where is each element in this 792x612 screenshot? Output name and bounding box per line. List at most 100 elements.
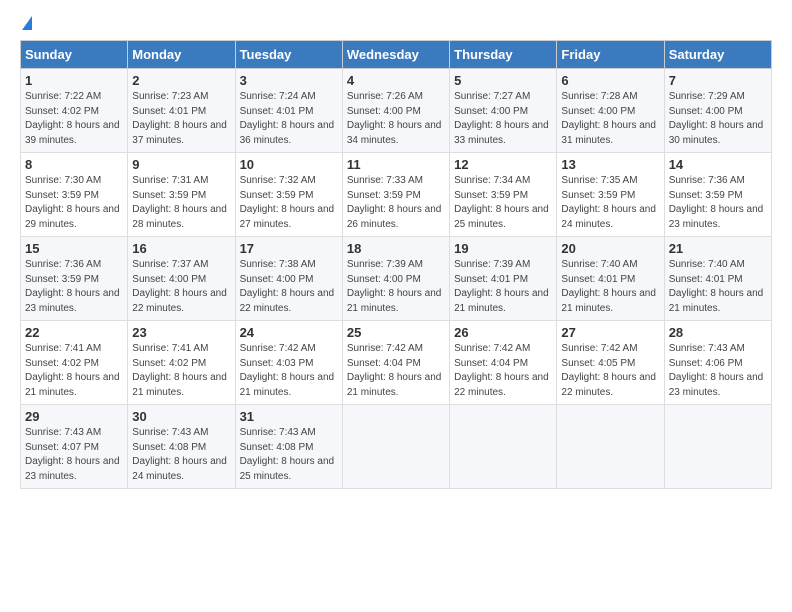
day-of-week-header: Tuesday: [235, 41, 342, 69]
day-info: Sunrise: 7:36 AMSunset: 3:59 PMDaylight:…: [669, 175, 764, 230]
calendar-day-cell: [557, 405, 664, 489]
day-info: Sunrise: 7:33 AMSunset: 3:59 PMDaylight:…: [347, 175, 442, 230]
calendar-day-cell: 15 Sunrise: 7:36 AMSunset: 3:59 PMDaylig…: [21, 237, 128, 321]
day-info: Sunrise: 7:28 AMSunset: 4:00 PMDaylight:…: [561, 91, 656, 146]
calendar-day-cell: 10 Sunrise: 7:32 AMSunset: 3:59 PMDaylig…: [235, 153, 342, 237]
day-number: 18: [347, 241, 445, 256]
day-number: 24: [240, 325, 338, 340]
day-info: Sunrise: 7:26 AMSunset: 4:00 PMDaylight:…: [347, 91, 442, 146]
day-number: 1: [25, 73, 123, 88]
calendar-day-cell: 21 Sunrise: 7:40 AMSunset: 4:01 PMDaylig…: [664, 237, 771, 321]
day-info: Sunrise: 7:42 AMSunset: 4:04 PMDaylight:…: [347, 343, 442, 398]
day-info: Sunrise: 7:39 AMSunset: 4:00 PMDaylight:…: [347, 259, 442, 314]
calendar-day-cell: 14 Sunrise: 7:36 AMSunset: 3:59 PMDaylig…: [664, 153, 771, 237]
calendar-day-cell: 19 Sunrise: 7:39 AMSunset: 4:01 PMDaylig…: [450, 237, 557, 321]
calendar-day-cell: [450, 405, 557, 489]
day-of-week-header: Sunday: [21, 41, 128, 69]
calendar-week-row: 8 Sunrise: 7:30 AMSunset: 3:59 PMDayligh…: [21, 153, 772, 237]
day-number: 5: [454, 73, 552, 88]
logo-triangle-icon: [22, 16, 32, 30]
day-info: Sunrise: 7:23 AMSunset: 4:01 PMDaylight:…: [132, 91, 227, 146]
day-of-week-header: Wednesday: [342, 41, 449, 69]
day-info: Sunrise: 7:42 AMSunset: 4:03 PMDaylight:…: [240, 343, 335, 398]
day-number: 15: [25, 241, 123, 256]
calendar-day-cell: 9 Sunrise: 7:31 AMSunset: 3:59 PMDayligh…: [128, 153, 235, 237]
day-of-week-header: Saturday: [664, 41, 771, 69]
day-number: 4: [347, 73, 445, 88]
day-info: Sunrise: 7:36 AMSunset: 3:59 PMDaylight:…: [25, 259, 120, 314]
day-number: 26: [454, 325, 552, 340]
day-info: Sunrise: 7:31 AMSunset: 3:59 PMDaylight:…: [132, 175, 227, 230]
calendar-table: SundayMondayTuesdayWednesdayThursdayFrid…: [20, 40, 772, 489]
calendar-day-cell: 7 Sunrise: 7:29 AMSunset: 4:00 PMDayligh…: [664, 69, 771, 153]
day-info: Sunrise: 7:27 AMSunset: 4:00 PMDaylight:…: [454, 91, 549, 146]
day-info: Sunrise: 7:41 AMSunset: 4:02 PMDaylight:…: [132, 343, 227, 398]
calendar-day-cell: 25 Sunrise: 7:42 AMSunset: 4:04 PMDaylig…: [342, 321, 449, 405]
calendar-day-cell: 22 Sunrise: 7:41 AMSunset: 4:02 PMDaylig…: [21, 321, 128, 405]
day-number: 17: [240, 241, 338, 256]
calendar-week-row: 15 Sunrise: 7:36 AMSunset: 3:59 PMDaylig…: [21, 237, 772, 321]
day-number: 28: [669, 325, 767, 340]
page-header: [20, 16, 772, 30]
calendar-day-cell: 18 Sunrise: 7:39 AMSunset: 4:00 PMDaylig…: [342, 237, 449, 321]
day-info: Sunrise: 7:43 AMSunset: 4:08 PMDaylight:…: [132, 427, 227, 482]
calendar-day-cell: 28 Sunrise: 7:43 AMSunset: 4:06 PMDaylig…: [664, 321, 771, 405]
calendar-day-cell: 24 Sunrise: 7:42 AMSunset: 4:03 PMDaylig…: [235, 321, 342, 405]
calendar-day-cell: 30 Sunrise: 7:43 AMSunset: 4:08 PMDaylig…: [128, 405, 235, 489]
calendar-day-cell: 26 Sunrise: 7:42 AMSunset: 4:04 PMDaylig…: [450, 321, 557, 405]
day-info: Sunrise: 7:24 AMSunset: 4:01 PMDaylight:…: [240, 91, 335, 146]
calendar-day-cell: 3 Sunrise: 7:24 AMSunset: 4:01 PMDayligh…: [235, 69, 342, 153]
calendar-day-cell: 6 Sunrise: 7:28 AMSunset: 4:00 PMDayligh…: [557, 69, 664, 153]
day-number: 29: [25, 409, 123, 424]
day-number: 30: [132, 409, 230, 424]
day-number: 13: [561, 157, 659, 172]
day-number: 2: [132, 73, 230, 88]
calendar-day-cell: 23 Sunrise: 7:41 AMSunset: 4:02 PMDaylig…: [128, 321, 235, 405]
calendar-day-cell: [664, 405, 771, 489]
calendar-day-cell: 20 Sunrise: 7:40 AMSunset: 4:01 PMDaylig…: [557, 237, 664, 321]
calendar-day-cell: 5 Sunrise: 7:27 AMSunset: 4:00 PMDayligh…: [450, 69, 557, 153]
calendar-week-row: 22 Sunrise: 7:41 AMSunset: 4:02 PMDaylig…: [21, 321, 772, 405]
day-number: 7: [669, 73, 767, 88]
day-number: 11: [347, 157, 445, 172]
day-number: 23: [132, 325, 230, 340]
day-info: Sunrise: 7:43 AMSunset: 4:08 PMDaylight:…: [240, 427, 335, 482]
day-info: Sunrise: 7:42 AMSunset: 4:05 PMDaylight:…: [561, 343, 656, 398]
day-of-week-header: Friday: [557, 41, 664, 69]
calendar-week-row: 1 Sunrise: 7:22 AMSunset: 4:02 PMDayligh…: [21, 69, 772, 153]
day-info: Sunrise: 7:43 AMSunset: 4:06 PMDaylight:…: [669, 343, 764, 398]
day-number: 31: [240, 409, 338, 424]
day-number: 19: [454, 241, 552, 256]
day-number: 21: [669, 241, 767, 256]
day-number: 25: [347, 325, 445, 340]
day-number: 16: [132, 241, 230, 256]
calendar-day-cell: 31 Sunrise: 7:43 AMSunset: 4:08 PMDaylig…: [235, 405, 342, 489]
calendar-day-cell: 11 Sunrise: 7:33 AMSunset: 3:59 PMDaylig…: [342, 153, 449, 237]
calendar-day-cell: 8 Sunrise: 7:30 AMSunset: 3:59 PMDayligh…: [21, 153, 128, 237]
calendar-day-cell: 1 Sunrise: 7:22 AMSunset: 4:02 PMDayligh…: [21, 69, 128, 153]
calendar-day-cell: 29 Sunrise: 7:43 AMSunset: 4:07 PMDaylig…: [21, 405, 128, 489]
day-number: 22: [25, 325, 123, 340]
day-info: Sunrise: 7:41 AMSunset: 4:02 PMDaylight:…: [25, 343, 120, 398]
day-info: Sunrise: 7:29 AMSunset: 4:00 PMDaylight:…: [669, 91, 764, 146]
calendar-day-cell: 27 Sunrise: 7:42 AMSunset: 4:05 PMDaylig…: [557, 321, 664, 405]
calendar-day-cell: 2 Sunrise: 7:23 AMSunset: 4:01 PMDayligh…: [128, 69, 235, 153]
day-of-week-header: Monday: [128, 41, 235, 69]
calendar-day-cell: 17 Sunrise: 7:38 AMSunset: 4:00 PMDaylig…: [235, 237, 342, 321]
day-info: Sunrise: 7:42 AMSunset: 4:04 PMDaylight:…: [454, 343, 549, 398]
day-of-week-header: Thursday: [450, 41, 557, 69]
day-info: Sunrise: 7:34 AMSunset: 3:59 PMDaylight:…: [454, 175, 549, 230]
day-info: Sunrise: 7:22 AMSunset: 4:02 PMDaylight:…: [25, 91, 120, 146]
day-number: 3: [240, 73, 338, 88]
day-info: Sunrise: 7:37 AMSunset: 4:00 PMDaylight:…: [132, 259, 227, 314]
calendar-day-cell: 4 Sunrise: 7:26 AMSunset: 4:00 PMDayligh…: [342, 69, 449, 153]
day-number: 27: [561, 325, 659, 340]
calendar-header-row: SundayMondayTuesdayWednesdayThursdayFrid…: [21, 41, 772, 69]
day-info: Sunrise: 7:43 AMSunset: 4:07 PMDaylight:…: [25, 427, 120, 482]
day-info: Sunrise: 7:39 AMSunset: 4:01 PMDaylight:…: [454, 259, 549, 314]
logo: [20, 16, 32, 30]
day-number: 6: [561, 73, 659, 88]
day-info: Sunrise: 7:32 AMSunset: 3:59 PMDaylight:…: [240, 175, 335, 230]
day-info: Sunrise: 7:38 AMSunset: 4:00 PMDaylight:…: [240, 259, 335, 314]
day-info: Sunrise: 7:30 AMSunset: 3:59 PMDaylight:…: [25, 175, 120, 230]
